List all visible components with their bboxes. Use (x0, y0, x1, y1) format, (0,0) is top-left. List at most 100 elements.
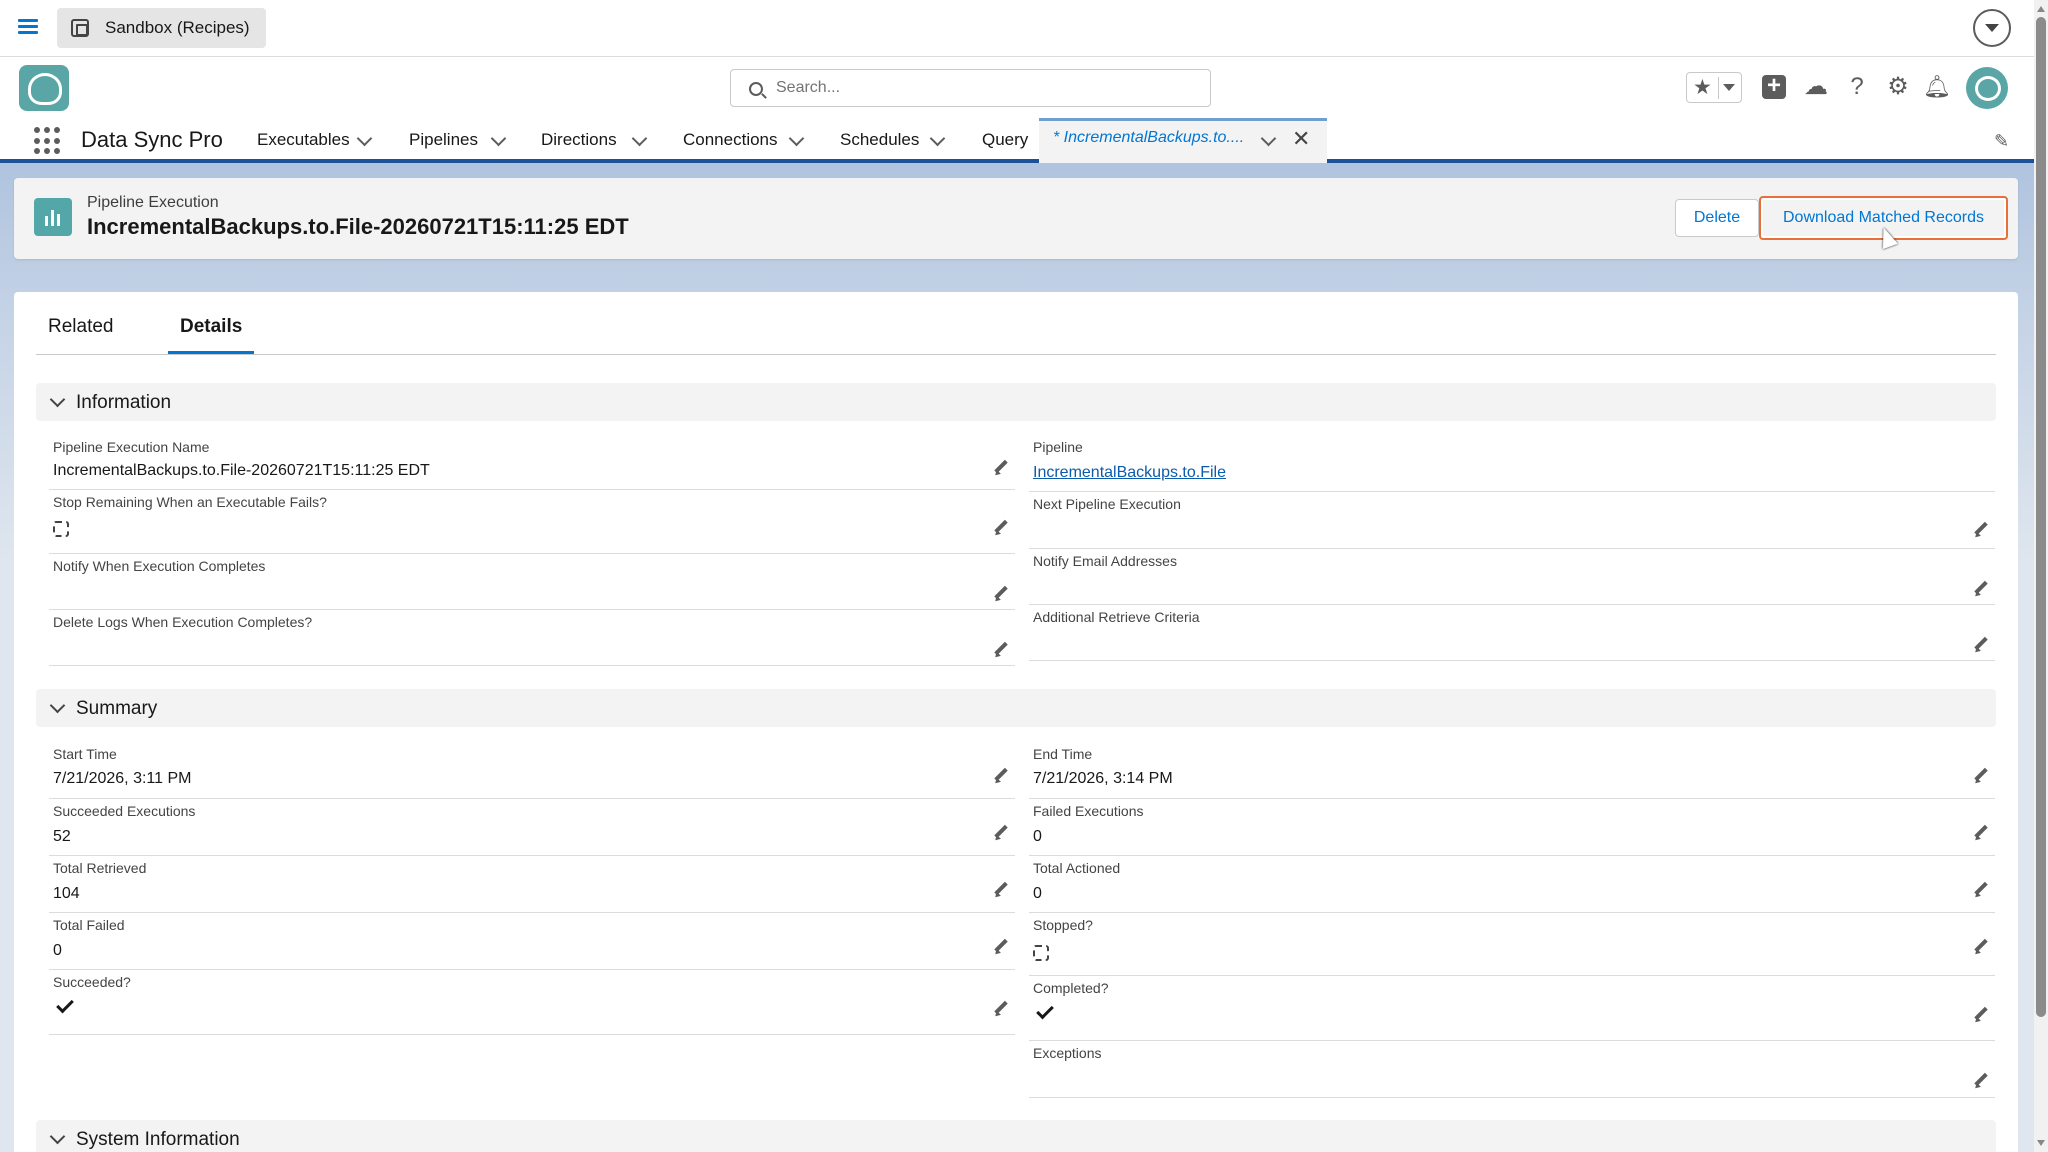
sandbox-bar: Sandbox (Recipes) (0, 0, 2048, 57)
nav-item-directions[interactable]: Directions (541, 119, 617, 163)
edit-pencil-icon[interactable] (993, 1001, 1009, 1017)
field-value: 0 (1033, 885, 1042, 902)
chevron-down-icon[interactable] (788, 130, 805, 147)
chevron-down-icon (49, 697, 66, 714)
section-system-information[interactable]: System Information (36, 1120, 1996, 1152)
nav-item-connections[interactable]: Connections (683, 119, 778, 163)
field-value: 104 (53, 885, 80, 902)
org-logo (19, 65, 69, 111)
nav-item-pipelines[interactable]: Pipelines (409, 119, 478, 163)
edit-nav-pencil-icon[interactable]: ✎ (1994, 131, 2009, 152)
trailhead-icon[interactable]: ☁ (1801, 72, 1831, 102)
field-label: Total Actioned (1033, 860, 1121, 876)
edit-pencil-icon[interactable] (1973, 522, 1989, 538)
scroll-up-icon[interactable] (2037, 6, 2045, 12)
field-label: Total Failed (53, 917, 125, 933)
checkbox-unchecked-icon (1033, 945, 1049, 961)
page-title: IncrementalBackups.to.File-20260721T15:1… (87, 214, 629, 239)
edit-pencil-icon[interactable] (1973, 825, 1989, 841)
field-stopped: Stopped? (1029, 913, 1995, 976)
menu-hamburger-icon[interactable] (16, 16, 40, 40)
nav-item-query[interactable]: Query (982, 119, 1028, 163)
favorites-dropdown-icon[interactable] (1723, 84, 1735, 91)
edit-pencil-icon[interactable] (993, 460, 1009, 476)
sandbox-indicator[interactable]: Sandbox (Recipes) (57, 8, 266, 48)
edit-pencil-icon[interactable] (993, 882, 1009, 898)
notifications-bell-icon[interactable]: 🔔︎ (1922, 72, 1952, 102)
checkmark-icon (1036, 1001, 1054, 1020)
page-scrollbar[interactable] (2034, 0, 2048, 1152)
sandbox-label: Sandbox (Recipes) (105, 18, 250, 37)
tab-label: * IncrementalBackups.to.... (1053, 129, 1245, 146)
field-exceptions: Exceptions (1029, 1041, 1995, 1098)
field-value: 7/21/2026, 3:14 PM (1033, 770, 1173, 787)
nav-item-schedules[interactable]: Schedules (840, 119, 919, 163)
field-label: Stop Remaining When an Executable Fails? (53, 494, 327, 510)
field-label: Stopped? (1033, 917, 1093, 933)
tab-details[interactable]: Details (168, 311, 255, 354)
section-title: Information (76, 392, 172, 413)
chevron-down-icon[interactable] (1973, 9, 2011, 47)
tab-active-record[interactable]: * IncrementalBackups.to.... ✕ (1039, 118, 1327, 163)
edit-pencil-icon[interactable] (993, 642, 1009, 658)
field-failed-executions: Failed Executions 0 (1029, 799, 1995, 856)
help-icon[interactable]: ? (1842, 72, 1872, 102)
pipeline-execution-icon (34, 198, 72, 236)
chevron-down-icon[interactable] (929, 130, 946, 147)
field-notify-email-addresses: Notify Email Addresses (1029, 549, 1995, 605)
edit-pencil-icon[interactable] (1973, 768, 1989, 784)
edit-pencil-icon[interactable] (993, 825, 1009, 841)
search-input[interactable] (776, 70, 1196, 106)
pipeline-link[interactable]: IncrementalBackups.to.File (1033, 464, 1226, 482)
field-notify-when-completes: Notify When Execution Completes (49, 554, 1015, 610)
field-label: Total Retrieved (53, 860, 147, 876)
chevron-down-icon[interactable] (356, 130, 373, 147)
section-summary[interactable]: Summary (36, 689, 1996, 727)
favorites-button[interactable]: ★ (1686, 72, 1742, 103)
tab-related[interactable]: Related (48, 311, 114, 354)
edit-pencil-icon[interactable] (993, 520, 1009, 536)
chevron-down-icon[interactable] (631, 130, 648, 147)
edit-pencil-icon[interactable] (993, 586, 1009, 602)
close-icon[interactable]: ✕ (1292, 126, 1310, 152)
delete-button[interactable]: Delete (1675, 199, 1759, 237)
scrollbar-thumb[interactable] (2036, 17, 2046, 1017)
chevron-down-icon (49, 391, 66, 408)
global-add-icon[interactable]: + (1762, 74, 1786, 99)
edit-pencil-icon[interactable] (1973, 1007, 1989, 1023)
field-total-failed: Total Failed 0 (49, 913, 1015, 970)
field-label: Pipeline Execution Name (53, 439, 210, 455)
edit-pencil-icon[interactable] (1973, 637, 1989, 653)
global-search[interactable] (730, 69, 1211, 107)
field-start-time: Start Time 7/21/2026, 3:11 PM (49, 742, 1015, 799)
edit-pencil-icon[interactable] (1973, 939, 1989, 955)
chevron-down-icon[interactable] (490, 130, 507, 147)
app-launcher-icon[interactable] (34, 127, 62, 155)
edit-pencil-icon[interactable] (1973, 581, 1989, 597)
field-value: 7/21/2026, 3:11 PM (53, 770, 192, 787)
edit-pencil-icon[interactable] (993, 939, 1009, 955)
field-stop-remaining: Stop Remaining When an Executable Fails? (49, 490, 1015, 554)
edit-pencil-icon[interactable] (993, 768, 1009, 784)
setup-gear-icon[interactable]: ⚙ (1883, 72, 1913, 102)
checkbox-unchecked-icon (53, 521, 69, 537)
edit-pencil-icon[interactable] (1973, 882, 1989, 898)
field-succeeded: Succeeded? (49, 970, 1015, 1035)
field-label: Pipeline (1033, 439, 1083, 455)
nav-item-executables[interactable]: Executables (257, 119, 350, 163)
chevron-down-icon[interactable] (1260, 130, 1277, 147)
edit-pencil-icon[interactable] (1973, 1073, 1989, 1089)
global-header: ★ + ☁ ? ⚙ 🔔︎ (0, 57, 2048, 119)
section-information[interactable]: Information (36, 383, 1996, 421)
field-end-time: End Time 7/21/2026, 3:14 PM (1029, 742, 1995, 799)
field-label: Exceptions (1033, 1045, 1102, 1061)
field-next-pipeline-execution: Next Pipeline Execution (1029, 492, 1995, 549)
record-tabs: Related Details (36, 311, 1996, 355)
sandbox-icon (71, 19, 89, 37)
avatar[interactable] (1966, 67, 2008, 109)
field-label: Additional Retrieve Criteria (1033, 609, 1200, 625)
section-title: Summary (76, 698, 158, 719)
field-label: Failed Executions (1033, 803, 1144, 819)
search-icon (749, 82, 763, 96)
scroll-down-icon[interactable] (2037, 1140, 2045, 1146)
